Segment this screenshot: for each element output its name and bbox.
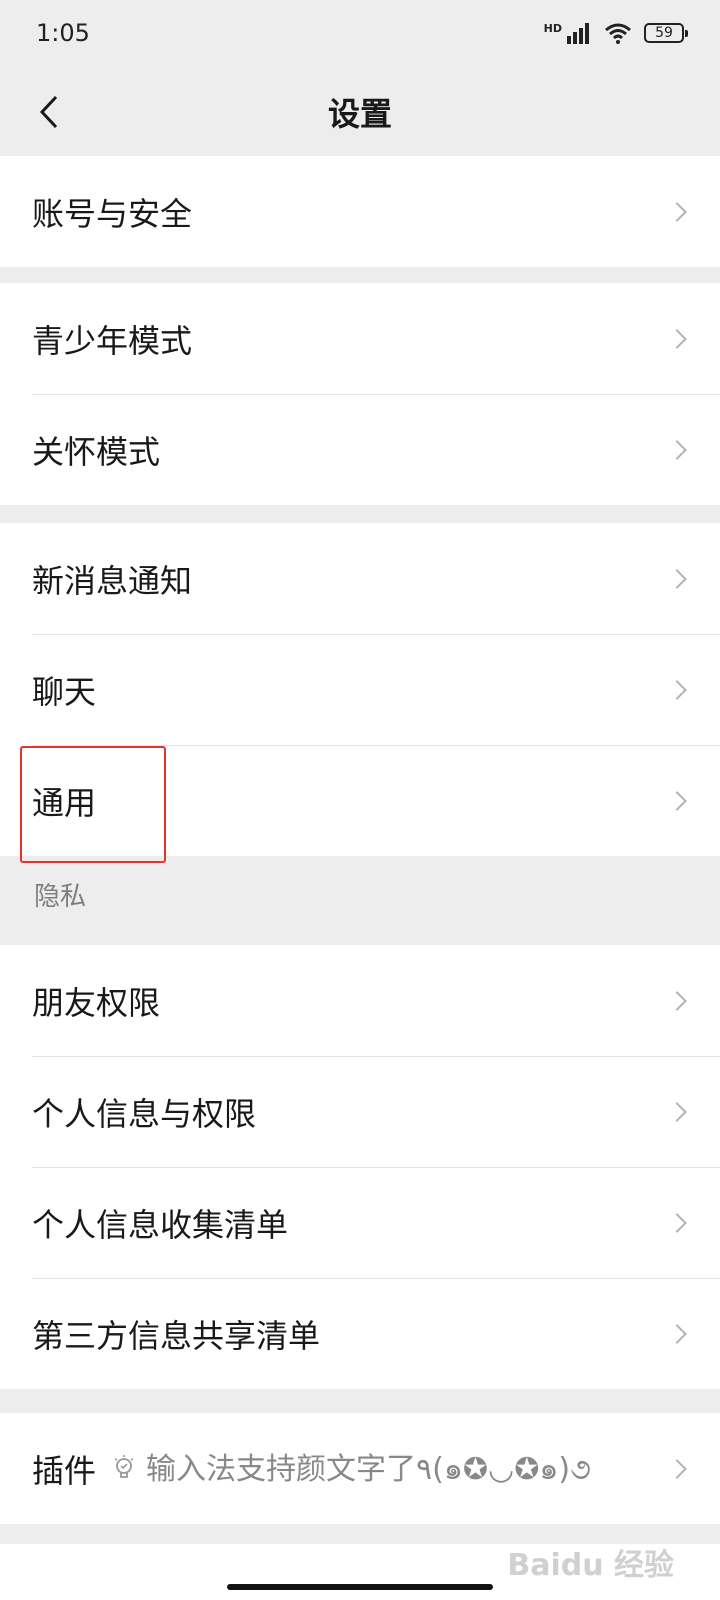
- status-bar: 1:05 HD 59: [0, 0, 720, 66]
- settings-item-plugins[interactable]: 插件 输入法支持颜文字了٩(๑✪◡✪๑)૭: [0, 1413, 720, 1524]
- battery-icon: 59: [644, 23, 688, 43]
- settings-group-modes: 青少年模式 关怀模式: [0, 283, 720, 505]
- lightbulb-icon: [114, 1454, 134, 1478]
- settings-item-label: 账号与安全: [32, 194, 193, 233]
- settings-item-friend-permissions[interactable]: 朋友权限: [0, 945, 720, 1056]
- home-indicator[interactable]: [227, 1584, 493, 1590]
- settings-group-privacy: 朋友权限 个人信息与权限 个人信息收集清单 第三方信息共享清单: [0, 945, 720, 1389]
- settings-item-label: 第三方信息共享清单: [32, 1316, 321, 1355]
- settings-item-notifications[interactable]: 新消息通知: [0, 523, 720, 634]
- settings-item-care-mode[interactable]: 关怀模式: [0, 394, 720, 505]
- settings-group-general: 新消息通知 聊天 通用: [0, 523, 720, 856]
- settings-item-label: 通用: [32, 783, 97, 822]
- back-button[interactable]: [22, 84, 78, 140]
- settings-item-label: 青少年模式: [32, 321, 193, 360]
- settings-item-general[interactable]: 通用: [0, 745, 720, 856]
- back-arrow-icon: [39, 95, 58, 129]
- status-time: 1:05: [36, 19, 90, 47]
- plugin-tip-text: 输入法支持颜文字了٩(๑✪◡✪๑)૭: [146, 1452, 591, 1487]
- nav-bar: 设置: [0, 66, 720, 158]
- page-title: 设置: [327, 95, 392, 133]
- settings-item-label: 个人信息收集清单: [32, 1205, 289, 1244]
- baidu-watermark: Baidu 经验: [507, 1548, 674, 1583]
- signal-icon: [567, 23, 589, 44]
- settings-group-account: 账号与安全: [0, 156, 720, 267]
- settings-item-account-security[interactable]: 账号与安全: [0, 156, 720, 267]
- battery-level: 59: [655, 25, 673, 41]
- settings-item-info-collection-list[interactable]: 个人信息收集清单: [0, 1167, 720, 1278]
- chevron-right-icon: [667, 1458, 687, 1479]
- settings-item-personal-info-permissions[interactable]: 个人信息与权限: [0, 1056, 720, 1167]
- settings-item-label: 关怀模式: [32, 432, 161, 471]
- settings-item-teen-mode[interactable]: 青少年模式: [0, 283, 720, 394]
- status-icons: HD 59: [543, 22, 688, 44]
- hd-label: HD: [543, 22, 562, 35]
- settings-item-label: 聊天: [32, 672, 97, 711]
- wifi-icon: [605, 23, 631, 44]
- settings-item-label: 插件: [32, 1451, 97, 1490]
- settings-item-chat[interactable]: 聊天: [0, 634, 720, 745]
- settings-group-plugins: 插件 输入法支持颜文字了٩(๑✪◡✪๑)૭: [0, 1413, 720, 1524]
- settings-item-label: 朋友权限: [32, 983, 161, 1022]
- section-title-privacy: 隐私: [34, 882, 87, 912]
- settings-item-label: 个人信息与权限: [32, 1094, 257, 1133]
- settings-item-label: 新消息通知: [32, 561, 193, 600]
- settings-item-third-party-sharing-list[interactable]: 第三方信息共享清单: [0, 1278, 720, 1389]
